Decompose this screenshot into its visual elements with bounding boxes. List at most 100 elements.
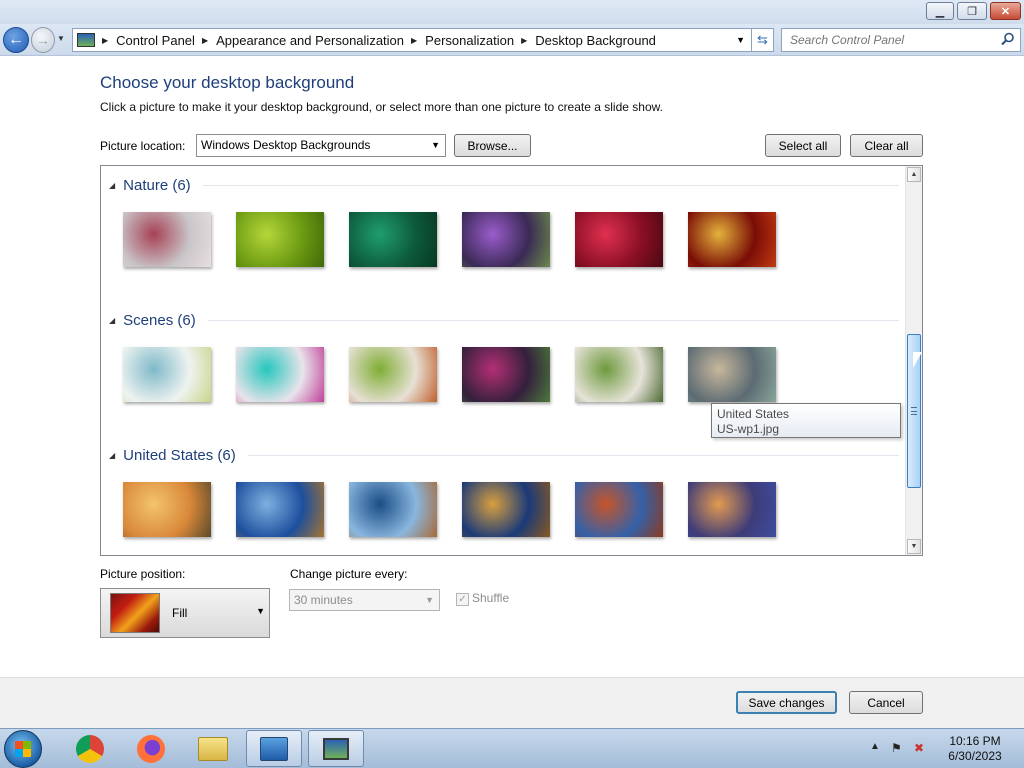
group-divider (207, 319, 899, 321)
windows-logo-icon (15, 741, 31, 757)
clock-date: 6/30/2023 (948, 749, 1002, 763)
wallpaper-thumbnail[interactable] (688, 212, 776, 267)
chevron-down-icon: ▼ (431, 140, 440, 150)
taskbar-file-explorer[interactable] (185, 730, 241, 767)
clock-time: 10:16 PM (949, 734, 1001, 748)
control-panel-icon (77, 33, 95, 47)
picture-location-label: Picture location: (100, 139, 186, 153)
recent-pages-dropdown[interactable]: ▼ (57, 34, 65, 43)
wallpaper-thumbnail[interactable] (688, 347, 776, 402)
wallpaper-thumbnail[interactable] (123, 482, 211, 537)
address-bar[interactable]: ▶ Control Panel ▶ Appearance and Persona… (72, 28, 752, 52)
chrome-icon (76, 734, 104, 763)
chevron-right-icon[interactable]: ▶ (411, 36, 417, 45)
refresh-button[interactable]: ⇆ (752, 28, 774, 52)
collapse-triangle-icon[interactable]: ◢ (109, 181, 115, 190)
wallpaper-thumbnail[interactable] (236, 482, 324, 537)
start-button[interactable] (4, 730, 42, 768)
taskbar-control-panel[interactable] (246, 730, 302, 767)
thumbnail-row (123, 482, 803, 538)
wallpaper-thumbnail[interactable] (123, 347, 211, 402)
close-button[interactable]: ✕ (990, 2, 1021, 20)
shuffle-checkbox: ✓ (456, 593, 469, 606)
group-header[interactable]: ◢ United States (6) (109, 445, 899, 465)
taskbar-desktop-background[interactable] (308, 730, 364, 767)
search-input[interactable] (782, 29, 992, 51)
action-center-icon[interactable]: ⚑ (891, 741, 902, 755)
thumbnail-row (123, 347, 803, 403)
picture-gallery[interactable]: ◢ Nature (6) ◢ Scenes (6) ◢ United State… (100, 165, 923, 556)
wallpaper-thumbnail[interactable] (236, 212, 324, 267)
chevron-down-icon: ▼ (256, 606, 265, 616)
position-value: Fill (172, 606, 188, 620)
forward-button[interactable]: → (31, 27, 55, 53)
back-arrow-icon: ← (8, 31, 24, 48)
desktop-background-icon (323, 737, 349, 760)
save-changes-button[interactable]: Save changes (736, 691, 837, 714)
shuffle-label: Shuffle (472, 591, 510, 605)
select-all-button[interactable]: Select all (765, 134, 841, 157)
page-description: Click a picture to make it your desktop … (100, 100, 663, 114)
breadcrumb-desktop-background[interactable]: Desktop Background (535, 33, 656, 48)
picture-position-select[interactable]: Fill ▼ (100, 588, 270, 638)
wallpaper-thumbnail[interactable] (236, 347, 324, 402)
search-icon[interactable] (1001, 32, 1015, 46)
navigation-bar: ← → ▼ ▶ Control Panel ▶ Appearance and P… (0, 24, 1024, 56)
wallpaper-thumbnail[interactable] (349, 212, 437, 267)
collapse-triangle-icon[interactable]: ◢ (109, 316, 115, 325)
taskbar-chrome[interactable] (62, 730, 118, 767)
firefox-icon (137, 734, 165, 763)
clear-all-button[interactable]: Clear all (850, 134, 923, 157)
wallpaper-thumbnail[interactable] (462, 347, 550, 402)
scroll-down-button[interactable]: ▼ (907, 539, 921, 554)
cancel-button[interactable]: Cancel (849, 691, 923, 714)
mouse-cursor-icon (913, 352, 922, 368)
wallpaper-thumbnail[interactable] (349, 482, 437, 537)
system-clock[interactable]: 10:16 PM 6/30/2023 (940, 734, 1010, 764)
network-disconnected-icon[interactable]: ✖ (914, 741, 924, 755)
wallpaper-thumbnail[interactable] (688, 482, 776, 537)
action-bar: Save changes Cancel (0, 677, 1024, 728)
group-header[interactable]: ◢ Nature (6) (109, 175, 899, 195)
group-united-states: ◢ United States (6) (109, 445, 899, 537)
maximize-button[interactable]: ❐ (957, 2, 987, 20)
scroll-up-button[interactable]: ▲ (907, 167, 921, 182)
chevron-right-icon[interactable]: ▶ (521, 36, 527, 45)
group-header[interactable]: ◢ Scenes (6) (109, 310, 899, 330)
browse-button[interactable]: Browse... (454, 134, 531, 157)
wallpaper-thumbnail[interactable] (575, 482, 663, 537)
wallpaper-thumbnail[interactable] (462, 482, 550, 537)
position-preview-image (110, 593, 160, 633)
page-title: Choose your desktop background (100, 73, 355, 92)
wallpaper-thumbnail[interactable] (575, 212, 663, 267)
thumbnail-tooltip: United States US-wp1.jpg (711, 403, 901, 438)
wallpaper-thumbnail[interactable] (462, 212, 550, 267)
chevron-right-icon[interactable]: ▶ (102, 36, 108, 45)
group-title: Scenes (6) (123, 311, 196, 329)
minimize-button[interactable]: ▁ (926, 2, 954, 20)
change-interval-select: 30 minutes ▼ (289, 589, 440, 611)
wallpaper-thumbnail[interactable] (575, 347, 663, 402)
wallpaper-thumbnail[interactable] (123, 212, 211, 267)
group-nature: ◢ Nature (6) (109, 175, 899, 267)
back-button[interactable]: ← (3, 27, 29, 53)
search-box[interactable] (781, 28, 1021, 52)
picture-location-select[interactable]: Windows Desktop Backgrounds ▼ (196, 134, 446, 157)
wallpaper-thumbnail[interactable] (349, 347, 437, 402)
tooltip-location: United States (717, 407, 790, 421)
breadcrumb-appearance[interactable]: Appearance and Personalization (216, 33, 404, 48)
thumbnail-row (123, 212, 803, 268)
picture-position-label: Picture position: (100, 567, 186, 581)
taskbar: ▲ ⚑ ✖ 10:16 PM 6/30/2023 (0, 728, 1024, 768)
tooltip-filename: US-wp1.jpg (717, 422, 780, 436)
breadcrumb-personalization[interactable]: Personalization (425, 33, 514, 48)
change-picture-label: Change picture every: (290, 567, 408, 581)
show-hidden-icons-button[interactable]: ▲ (870, 741, 880, 752)
taskbar-firefox[interactable] (123, 730, 179, 767)
group-title: Nature (6) (123, 176, 191, 194)
collapse-triangle-icon[interactable]: ◢ (109, 451, 115, 460)
address-dropdown-icon[interactable]: ▼ (736, 35, 745, 45)
file-explorer-icon (198, 736, 228, 761)
breadcrumb-control-panel[interactable]: Control Panel (116, 33, 195, 48)
chevron-right-icon[interactable]: ▶ (202, 36, 208, 45)
